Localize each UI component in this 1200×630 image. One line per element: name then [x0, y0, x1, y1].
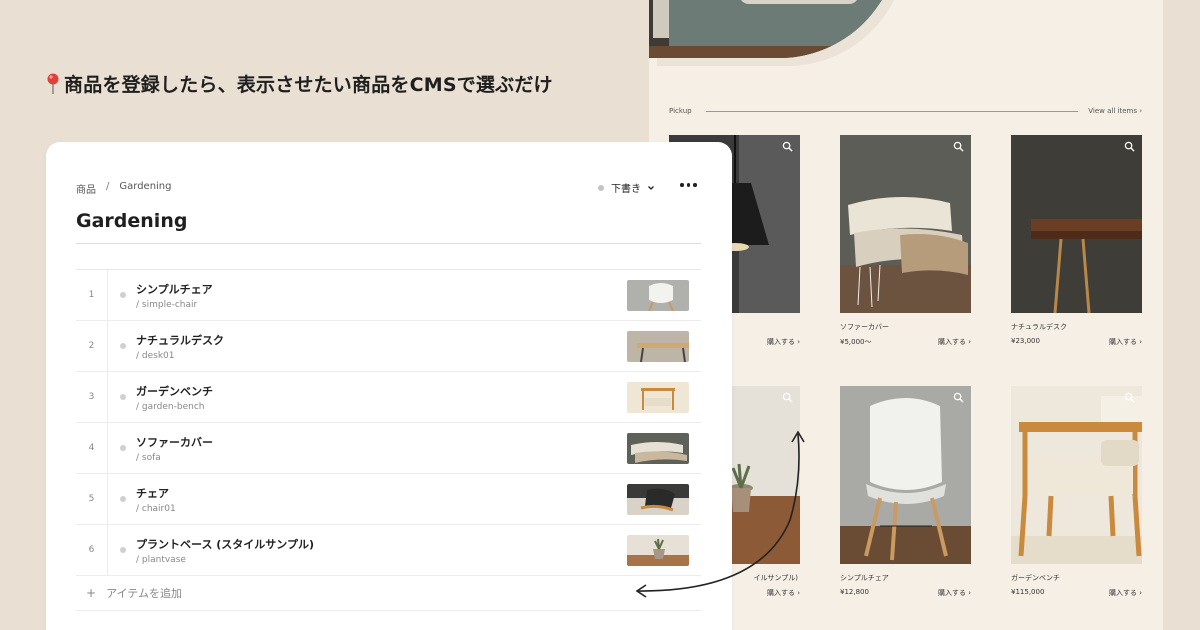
product-image-desk	[1011, 135, 1142, 313]
item-thumbnail	[627, 381, 689, 413]
zoom-icon[interactable]	[782, 141, 793, 152]
item-name: ナチュラルデスク	[136, 333, 224, 347]
chevron-down-icon	[648, 185, 654, 190]
item-name: ソファーカバー	[136, 435, 213, 449]
item-number: 5	[76, 474, 108, 524]
item-slug: / plantvase	[136, 554, 186, 565]
list-item[interactable]: 5 チェア / chair01	[76, 474, 701, 525]
product-name: ガーデンベンチ	[1011, 574, 1060, 582]
divider	[705, 110, 1079, 112]
zoom-icon[interactable]	[782, 392, 793, 403]
item-list: 1 シンプルチェア / simple-chair 2 ナチュラルデスク / desk…	[76, 269, 701, 576]
product-card[interactable]: シンプルチェア ¥12,800 購入する ›	[840, 386, 971, 598]
zoom-icon[interactable]	[1124, 141, 1135, 152]
hero-bedroom-image	[649, 0, 899, 58]
divider	[76, 243, 701, 244]
item-name: プラントベース (スタイルサンプル)	[136, 537, 315, 551]
product-image-simple-chair	[840, 386, 971, 564]
item-name: チェア	[136, 486, 169, 500]
product-name: ナチュラルデスク	[1011, 323, 1067, 331]
list-item[interactable]: 4 ソファーカバー / sofa	[76, 423, 701, 474]
product-price: ¥23,000	[1011, 337, 1040, 345]
product-name: シンプルチェア	[840, 574, 889, 582]
status-dot-icon	[120, 292, 126, 298]
page-title: Gardening	[76, 210, 188, 232]
item-name: シンプルチェア	[136, 282, 213, 296]
item-number: 1	[76, 270, 108, 320]
list-item[interactable]: 6 プラントベース (スタイルサンプル) / plantvase	[76, 525, 701, 576]
item-slug: / chair01	[136, 503, 176, 514]
buy-link[interactable]: 購入する ›	[938, 337, 971, 347]
buy-link[interactable]: 購入する ›	[1109, 337, 1142, 347]
buy-link[interactable]: 購入する ›	[1109, 588, 1142, 598]
item-thumbnail	[627, 279, 689, 311]
zoom-icon[interactable]	[953, 392, 964, 403]
zoom-icon[interactable]	[953, 141, 964, 152]
pushpin-icon	[47, 73, 59, 94]
curved-arrow-icon	[635, 430, 805, 598]
buy-link[interactable]: 購入する ›	[767, 337, 800, 347]
item-number: 6	[76, 525, 108, 575]
tagline-text: 商品を登録したら、表示させたい商品をCMSで選ぶだけ	[64, 74, 553, 96]
buy-link[interactable]: 購入する ›	[938, 588, 971, 598]
plus-icon: +	[86, 585, 97, 600]
view-all-link[interactable]: View all items ›	[1088, 107, 1142, 115]
item-slug: / garden-bench	[136, 401, 205, 412]
item-number: 4	[76, 423, 108, 473]
status-dot-icon	[120, 343, 126, 349]
item-slug: / sofa	[136, 452, 161, 463]
item-thumbnail	[627, 330, 689, 362]
item-slug: / desk01	[136, 350, 175, 361]
item-slug: / simple-chair	[136, 299, 198, 310]
list-item[interactable]: 3 ガーデンベンチ / garden-bench	[76, 372, 701, 423]
product-card[interactable]: ソファーカバー ¥5,000〜 購入する ›	[840, 135, 971, 347]
item-number: 2	[76, 321, 108, 371]
breadcrumb-root[interactable]: 商品	[76, 181, 96, 196]
status-dot-icon	[120, 445, 126, 451]
product-price: ¥115,000	[1011, 588, 1045, 596]
list-item[interactable]: 1 シンプルチェア / simple-chair	[76, 270, 701, 321]
more-options-icon[interactable]	[678, 179, 699, 191]
tagline: 商品を登録したら、表示させたい商品をCMSで選ぶだけ	[46, 70, 553, 97]
product-card[interactable]: ナチュラルデスク ¥23,000 購入する ›	[1011, 135, 1142, 347]
zoom-icon[interactable]	[1124, 392, 1135, 403]
status-dropdown[interactable]: 下書き	[598, 180, 655, 195]
product-image-garden-bench	[1011, 386, 1142, 564]
pickup-header: Pickup View all items ›	[669, 104, 1142, 118]
breadcrumb: 商品 / Gardening	[76, 181, 172, 196]
add-item-label: アイテムを追加	[106, 586, 182, 600]
status-dot-icon	[120, 496, 126, 502]
product-price: ¥5,000〜	[840, 338, 872, 346]
pickup-label: Pickup	[669, 107, 692, 115]
item-name: ガーデンベンチ	[136, 384, 213, 398]
status-dot-icon	[120, 394, 126, 400]
breadcrumb-separator: /	[106, 181, 110, 192]
breadcrumb-current: Gardening	[119, 181, 172, 192]
status-dot-icon	[598, 184, 604, 191]
list-item[interactable]: 2 ナチュラルデスク / desk01	[76, 321, 701, 372]
status-dot-icon	[120, 547, 126, 553]
status-label: 下書き	[611, 184, 641, 195]
item-number: 3	[76, 372, 108, 422]
product-image-sofa-cover	[840, 135, 971, 313]
product-card[interactable]: ガーデンベンチ ¥115,000 購入する ›	[1011, 386, 1142, 598]
product-name: ソファーカバー	[840, 323, 889, 331]
add-item-button[interactable]: + アイテムを追加	[76, 575, 701, 611]
product-price: ¥12,800	[840, 588, 869, 596]
